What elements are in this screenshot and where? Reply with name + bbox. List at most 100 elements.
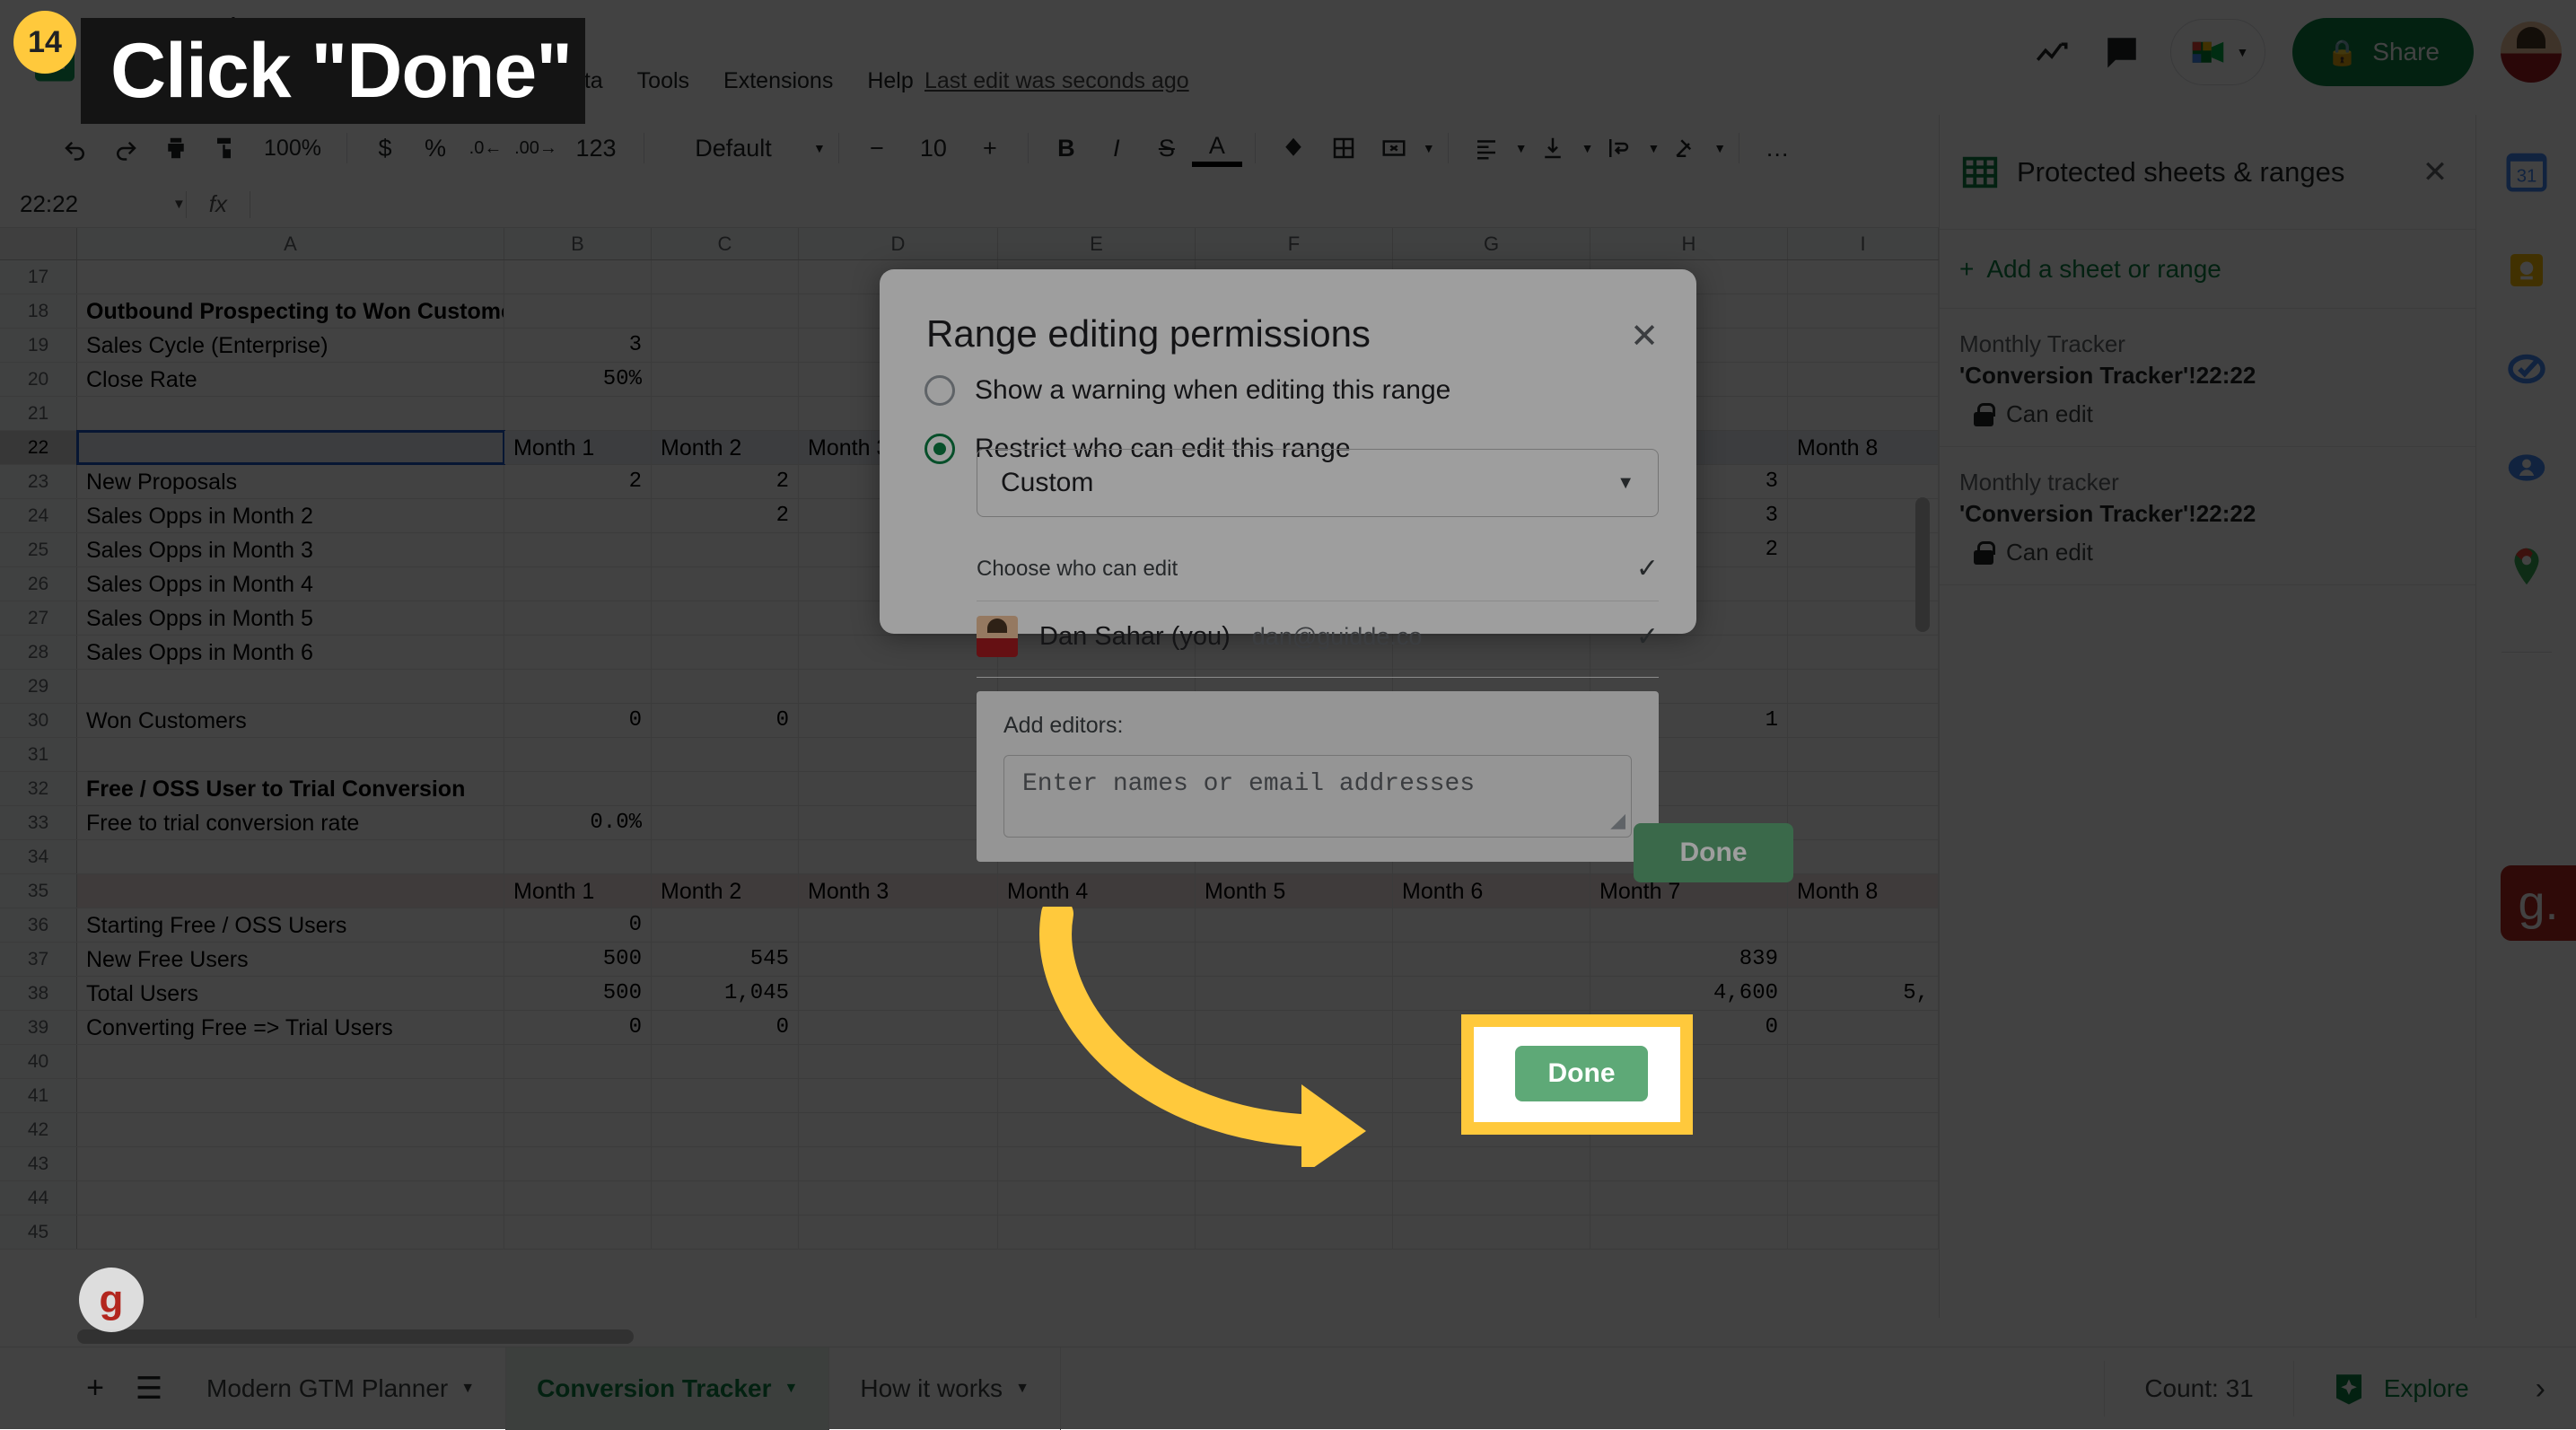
grid-cell-D35[interactable]: Month 3 <box>799 874 998 908</box>
column-header-e[interactable]: E <box>998 228 1196 259</box>
grid-cell-A19[interactable]: Sales Cycle (Enterprise) <box>77 329 504 362</box>
grid-cell-B30[interactable]: 0 <box>504 704 652 737</box>
grid-cell-D40[interactable] <box>799 1045 998 1078</box>
list-item[interactable]: Monthly Tracker 'Conversion Tracker'!22:… <box>1940 309 2475 447</box>
grid-cell-G45[interactable] <box>1393 1215 1590 1249</box>
grid-cell-A28[interactable]: Sales Opps in Month 6 <box>77 636 504 669</box>
avatar[interactable] <box>2501 22 2562 83</box>
paint-format-icon[interactable] <box>201 123 251 173</box>
done-button-highlighted[interactable]: Done <box>1515 1046 1648 1101</box>
grid-cell-C41[interactable] <box>652 1079 799 1112</box>
grid-cell-B44[interactable] <box>504 1181 652 1215</box>
chevron-down-icon[interactable]: ▼ <box>460 1381 475 1397</box>
grid-cell-C25[interactable] <box>652 533 799 566</box>
strikethrough-button[interactable]: S <box>1142 123 1192 173</box>
row-header-24[interactable]: 24 <box>0 499 77 532</box>
grid-cell-D43[interactable] <box>799 1147 998 1180</box>
chevron-down-icon[interactable]: ▼ <box>1647 141 1660 155</box>
calendar-icon[interactable]: 31 <box>2502 147 2551 196</box>
grid-cell-B18[interactable] <box>504 294 652 328</box>
grid-cell-I42[interactable] <box>1788 1113 1939 1146</box>
scrollbar-thumb[interactable] <box>77 1329 634 1344</box>
add-sheet-or-range-button[interactable]: + Add a sheet or range <box>1940 230 2475 309</box>
menu-help[interactable]: Help <box>867 68 913 94</box>
grid-cell-C21[interactable] <box>652 397 799 430</box>
grid-cell-I36[interactable] <box>1788 908 1939 942</box>
grid-cell-D36[interactable] <box>799 908 998 942</box>
editor-list-item[interactable]: Dan Sahar (you) dan@guidde.co ✓ <box>977 616 1659 678</box>
grid-cell-H43[interactable] <box>1590 1147 1788 1180</box>
grid-cell-A30[interactable]: Won Customers <box>77 704 504 737</box>
vertical-align-icon[interactable] <box>1528 123 1578 173</box>
column-header-f[interactable]: F <box>1196 228 1393 259</box>
decrease-decimal-icon[interactable]: .0← <box>460 123 511 173</box>
grid-cell-C42[interactable] <box>652 1113 799 1146</box>
grid-cell-A45[interactable] <box>77 1215 504 1249</box>
merge-cells-icon[interactable] <box>1369 123 1419 173</box>
text-rotation-icon[interactable] <box>1660 123 1710 173</box>
table-row[interactable]: 38Total Users5001,0454,6005, <box>0 977 1939 1011</box>
grid-cell-A34[interactable] <box>77 840 504 873</box>
grid-cell-C26[interactable] <box>652 567 799 601</box>
chevron-down-icon[interactable]: ▼ <box>1423 141 1435 155</box>
chevron-down-icon[interactable]: ▼ <box>784 1381 799 1397</box>
grid-cell-E35[interactable]: Month 4 <box>998 874 1196 908</box>
increase-decimal-icon[interactable]: .00→ <box>511 123 561 173</box>
grid-cell-I18[interactable] <box>1788 294 1939 328</box>
grid-cell-C39[interactable]: 0 <box>652 1011 799 1044</box>
grid-cell-D32[interactable] <box>799 772 998 805</box>
grid-cell-B25[interactable] <box>504 533 652 566</box>
grid-cell-D34[interactable] <box>799 840 998 873</box>
more-icon[interactable]: … <box>1752 123 1802 173</box>
grid-cell-C17[interactable] <box>652 260 799 294</box>
grid-cell-C32[interactable] <box>652 772 799 805</box>
sheet-tab-conversion-tracker[interactable]: Conversion Tracker ▼ <box>506 1347 829 1430</box>
italic-button[interactable]: I <box>1091 123 1142 173</box>
grid-cell-I40[interactable] <box>1788 1045 1939 1078</box>
grid-cell-C19[interactable] <box>652 329 799 362</box>
row-header-18[interactable]: 18 <box>0 294 77 328</box>
text-wrap-icon[interactable] <box>1593 123 1643 173</box>
grid-cell-C23[interactable]: 2 <box>652 465 799 498</box>
grid-cell-A31[interactable] <box>77 738 504 771</box>
grid-cell-A22[interactable] <box>77 431 504 464</box>
row-header-28[interactable]: 28 <box>0 636 77 669</box>
radio-unselected-icon[interactable] <box>924 375 955 406</box>
add-editors-input[interactable]: Enter names or email addresses ◢ <box>1003 755 1632 838</box>
redo-icon[interactable] <box>101 123 151 173</box>
text-color-button[interactable]: A <box>1192 129 1242 167</box>
decrease-font-size-icon[interactable]: − <box>852 123 902 173</box>
grid-cell-B40[interactable] <box>504 1045 652 1078</box>
grid-cell-I45[interactable] <box>1788 1215 1939 1249</box>
grid-cell-C45[interactable] <box>652 1215 799 1249</box>
grid-cell-A37[interactable]: New Free Users <box>77 943 504 976</box>
grid-cell-C27[interactable] <box>652 601 799 635</box>
done-button[interactable]: Done <box>1634 823 1793 882</box>
grid-cell-A17[interactable] <box>77 260 504 294</box>
last-edit-status[interactable]: Last edit was seconds ago <box>924 68 1189 94</box>
grid-cell-C31[interactable] <box>652 738 799 771</box>
grid-cell-E44[interactable] <box>998 1181 1196 1215</box>
grid-cell-D45[interactable] <box>799 1215 998 1249</box>
grid-cell-B19[interactable]: 3 <box>504 329 652 362</box>
share-button[interactable]: 🔒 Share <box>2292 18 2474 86</box>
grid-cell-I44[interactable] <box>1788 1181 1939 1215</box>
row-header-17[interactable]: 17 <box>0 260 77 294</box>
row-header-29[interactable]: 29 <box>0 670 77 703</box>
grid-cell-B26[interactable] <box>504 567 652 601</box>
grid-cell-I23[interactable] <box>1788 465 1939 498</box>
resize-handle-icon[interactable]: ◢ <box>1610 810 1625 833</box>
row-header-37[interactable]: 37 <box>0 943 77 976</box>
zoom-select[interactable]: 100% <box>251 123 334 173</box>
grid-cell-D29[interactable] <box>799 670 998 703</box>
grid-cell-C29[interactable] <box>652 670 799 703</box>
chevron-down-icon[interactable]: ▼ <box>1713 141 1726 155</box>
grid-cell-B17[interactable] <box>504 260 652 294</box>
grid-cell-A35[interactable] <box>77 874 504 908</box>
grid-cell-A20[interactable]: Close Rate <box>77 363 504 396</box>
grid-cell-I29[interactable] <box>1788 670 1939 703</box>
row-header-33[interactable]: 33 <box>0 806 77 839</box>
grid-cell-B45[interactable] <box>504 1215 652 1249</box>
menu-tools[interactable]: Tools <box>637 68 689 94</box>
grid-cell-I37[interactable] <box>1788 943 1939 976</box>
